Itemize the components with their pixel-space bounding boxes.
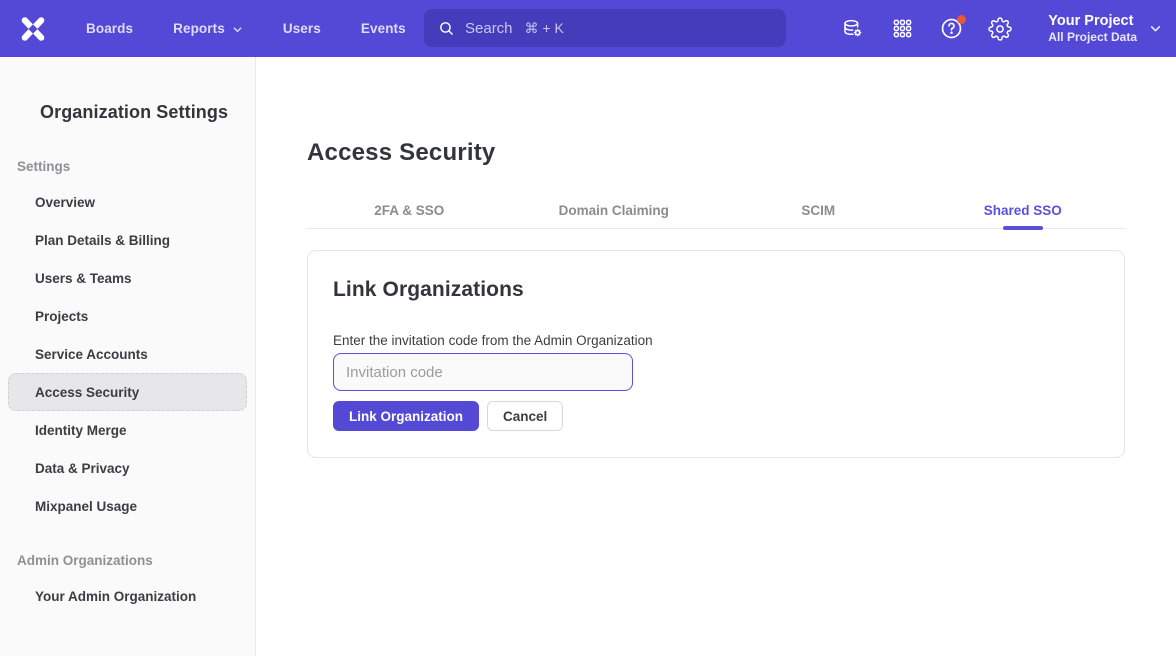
tab-label: Domain Claiming xyxy=(559,203,669,218)
sidebar-item-label: Overview xyxy=(35,195,95,210)
sidebar-item-label: Plan Details & Billing xyxy=(35,233,170,248)
invitation-code-input[interactable] xyxy=(333,353,633,391)
access-security-tabs: 2FA & SSO Domain Claiming SCIM Shared SS… xyxy=(307,193,1125,229)
card-actions: Link Organization Cancel xyxy=(333,401,1099,431)
cancel-button[interactable]: Cancel xyxy=(487,401,563,431)
search-icon xyxy=(438,20,455,37)
invitation-code-label: Enter the invitation code from the Admin… xyxy=(333,333,1099,348)
org-settings-sidebar: Organization Settings Settings Overview … xyxy=(0,57,256,656)
notification-badge xyxy=(957,15,966,24)
sidebar-item-overview[interactable]: Overview xyxy=(8,183,247,221)
sidebar-item-users-teams[interactable]: Users & Teams xyxy=(8,259,247,297)
sidebar-section-admin-organizations: Admin Organizations xyxy=(17,553,255,568)
top-navigation-bar: Boards Reports Users Events Search ⌘ + K xyxy=(0,0,1176,57)
tab-2fa-sso[interactable]: 2FA & SSO xyxy=(307,193,512,228)
sidebar-item-plan-details-billing[interactable]: Plan Details & Billing xyxy=(8,221,247,259)
search-placeholder: Search xyxy=(465,20,513,37)
nav-item-users[interactable]: Users xyxy=(283,21,321,36)
project-name: Your Project xyxy=(1048,12,1137,30)
sidebar-item-access-security[interactable]: Access Security xyxy=(8,373,247,411)
tab-label: 2FA & SSO xyxy=(374,203,444,218)
nav-item-label: Boards xyxy=(86,21,133,36)
sidebar-item-label: Projects xyxy=(35,309,88,324)
tab-scim[interactable]: SCIM xyxy=(716,193,921,228)
sidebar-item-label: Access Security xyxy=(35,385,139,400)
nav-item-label: Users xyxy=(283,21,321,36)
primary-nav: Boards Reports Users Events xyxy=(86,21,406,36)
nav-item-label: Events xyxy=(361,21,406,36)
search-shortcut: ⌘ + K xyxy=(525,20,564,37)
sidebar-item-label: Users & Teams xyxy=(35,271,132,286)
data-management-icon[interactable] xyxy=(840,16,866,42)
nav-item-boards[interactable]: Boards xyxy=(86,21,133,36)
sidebar-item-label: Identity Merge xyxy=(35,423,127,438)
sidebar-item-your-admin-organization[interactable]: Your Admin Organization xyxy=(8,577,247,615)
link-organization-button[interactable]: Link Organization xyxy=(333,401,479,431)
help-icon[interactable] xyxy=(938,16,964,42)
sidebar-item-service-accounts[interactable]: Service Accounts xyxy=(8,335,247,373)
sidebar-items: Your Admin Organization xyxy=(0,577,255,615)
sidebar-item-label: Service Accounts xyxy=(35,347,148,362)
sidebar-item-label: Data & Privacy xyxy=(35,461,130,476)
project-switcher[interactable]: Your Project All Project Data xyxy=(1048,12,1162,45)
sidebar-section-settings: Settings xyxy=(17,159,255,174)
sidebar-item-projects[interactable]: Projects xyxy=(8,297,247,335)
nav-right-cluster: Your Project All Project Data xyxy=(840,0,1162,57)
nav-item-events[interactable]: Events xyxy=(361,21,406,36)
card-title: Link Organizations xyxy=(333,278,1099,302)
tab-label: Shared SSO xyxy=(984,203,1062,218)
sidebar-title: Organization Settings xyxy=(40,102,255,123)
sidebar-item-label: Mixpanel Usage xyxy=(35,499,137,514)
mixpanel-logo[interactable] xyxy=(18,14,48,44)
active-tab-underline xyxy=(1003,226,1043,230)
settings-gear-icon[interactable] xyxy=(987,16,1013,42)
nav-item-label: Reports xyxy=(173,21,225,36)
sidebar-item-mixpanel-usage[interactable]: Mixpanel Usage xyxy=(8,487,247,525)
sidebar-items: Overview Plan Details & Billing Users & … xyxy=(0,183,255,525)
global-search-input[interactable]: Search ⌘ + K xyxy=(424,9,786,47)
page-title: Access Security xyxy=(307,139,1125,167)
chevron-down-icon xyxy=(232,24,243,35)
chevron-down-icon xyxy=(1149,22,1162,35)
main-content: Access Security 2FA & SSO Domain Claimin… xyxy=(256,57,1176,656)
nav-item-reports[interactable]: Reports xyxy=(173,21,243,36)
sidebar-item-label: Your Admin Organization xyxy=(35,589,196,604)
tab-domain-claiming[interactable]: Domain Claiming xyxy=(512,193,717,228)
tab-shared-sso[interactable]: Shared SSO xyxy=(921,193,1126,228)
tab-label: SCIM xyxy=(801,203,835,218)
sidebar-item-identity-merge[interactable]: Identity Merge xyxy=(8,411,247,449)
sidebar-item-data-privacy[interactable]: Data & Privacy xyxy=(8,449,247,487)
project-data-scope: All Project Data xyxy=(1048,30,1137,45)
link-organizations-card: Link Organizations Enter the invitation … xyxy=(307,250,1125,458)
apps-grid-icon[interactable] xyxy=(889,16,915,42)
